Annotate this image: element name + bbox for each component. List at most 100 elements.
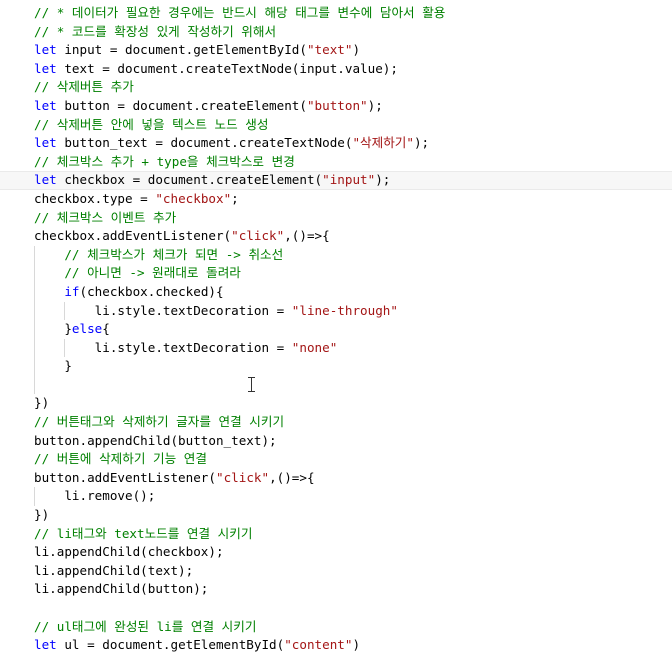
code-line[interactable]: // 버튼에 삭제하기 기능 연결	[34, 450, 670, 469]
code-line[interactable]: }	[34, 357, 670, 376]
code-line[interactable]: // ul태그에 완성된 li를 연결 시키기	[34, 618, 670, 637]
code-line[interactable]: checkbox.addEventListener("click",()=>{	[34, 227, 670, 246]
code-text: })	[34, 395, 50, 411]
code-comment: // 버튼태그와 삭제하기 글자를 연결 시키기	[34, 414, 285, 430]
code-line[interactable]: let button_text = document.createTextNod…	[34, 134, 670, 153]
code-text: li.style.textDecoration =	[34, 302, 292, 318]
code-line[interactable]: li.appendChild(button);	[34, 580, 670, 599]
code-text: li.appendChild(button);	[34, 581, 209, 597]
code-string: "content"	[284, 637, 353, 653]
code-line[interactable]: // 체크박스가 체크가 되면 -> 취소선	[34, 245, 670, 265]
code-text: )	[352, 42, 361, 58]
code-text: input = document.getElementById(	[56, 42, 307, 58]
code-string: "line-through"	[291, 302, 398, 318]
code-string: "none"	[291, 339, 338, 355]
code-text: li.style.textDecoration =	[34, 339, 292, 355]
code-string: "text"	[306, 42, 353, 58]
code-text: (checkbox.checked){	[79, 283, 224, 299]
code-line[interactable]: if(checkbox.checked){	[34, 282, 670, 302]
code-comment: // 아니면 -> 원래대로 돌려라	[64, 265, 241, 281]
code-comment: // 삭제버튼 안에 넣을 텍스트 노드 생성	[34, 116, 269, 132]
code-line[interactable]: })	[34, 506, 670, 525]
code-keyword: let	[34, 135, 57, 151]
code-line[interactable]: let checkbox = document.createElement("i…	[0, 171, 672, 190]
code-string: "삭제하기"	[352, 135, 414, 151]
code-line[interactable]: // 삭제버튼 추가	[34, 78, 670, 97]
code-text: li.appendChild(text);	[34, 562, 194, 578]
code-line[interactable]	[34, 599, 670, 618]
code-line[interactable]: let text = document.createTextNode(input…	[34, 60, 670, 79]
code-text: checkbox.type =	[34, 190, 156, 206]
code-comment: // * 데이터가 필요한 경우에는 반드시 해당 태그를 변수에 담아서 활용	[34, 5, 446, 20]
code-comment: // 체크박스 추가 + type을 체크박스로 변경	[34, 153, 295, 169]
code-string: "click"	[215, 469, 270, 485]
code-text: {	[102, 321, 110, 337]
code-line[interactable]: li.style.textDecoration = "none"	[34, 338, 670, 358]
code-text: )	[352, 637, 361, 653]
code-line[interactable]: li.appendChild(text);	[34, 562, 670, 581]
code-keyword: else	[71, 321, 103, 337]
code-line[interactable]: }else{	[34, 320, 670, 339]
code-line[interactable]: // 삭제버튼 안에 넣을 텍스트 노드 생성	[34, 116, 670, 135]
code-string: "click"	[231, 228, 285, 244]
code-keyword: let	[34, 97, 57, 113]
code-line[interactable]: // * 데이터가 필요한 경우에는 반드시 해당 태그를 변수에 담아서 활용	[34, 4, 670, 23]
code-text: button = document.createElement(	[56, 97, 307, 113]
code-text: }	[34, 358, 72, 374]
code-comment: // li태그와 text노드를 연결 시키기	[34, 525, 253, 541]
code-text: checkbox.addEventListener(	[34, 228, 232, 244]
indent-guide	[34, 375, 35, 395]
code-text: li.appendChild(checkbox);	[34, 544, 224, 560]
code-line[interactable]: checkbox.type = "checkbox";	[34, 190, 670, 209]
code-text: button.addEventListener(	[34, 469, 216, 485]
code-text: );	[375, 172, 391, 188]
indent-guide	[34, 357, 35, 376]
code-text: ;	[231, 190, 239, 206]
code-keyword: let	[34, 172, 57, 188]
indent-guide	[34, 301, 35, 321]
code-text: ,()=>{	[269, 469, 315, 485]
code-line[interactable]	[34, 375, 670, 395]
code-line[interactable]: // 버튼태그와 삭제하기 글자를 연결 시키기	[34, 413, 670, 432]
indent-guide	[34, 320, 35, 339]
code-keyword: let	[34, 60, 57, 76]
code-editor[interactable]: // * 데이터가 필요한 경우에는 반드시 해당 태그를 변수에 담아서 활용…	[0, 0, 672, 652]
indent-guide	[34, 282, 35, 302]
code-text: li.remove();	[34, 488, 156, 504]
code-string: "input"	[322, 172, 376, 188]
code-line[interactable]: let input = document.getElementById("tex…	[34, 41, 670, 60]
code-text: }	[34, 321, 72, 337]
code-line[interactable]: // * 코드를 확장성 있게 작성하기 위해서	[34, 23, 670, 42]
code-text: button_text = document.createTextNode(	[56, 135, 353, 151]
code-comment: // * 코드를 확장성 있게 작성하기 위해서	[34, 23, 277, 39]
code-line[interactable]: li.remove();	[34, 487, 670, 507]
indent-guide	[34, 264, 35, 283]
code-line[interactable]: })	[34, 394, 670, 413]
code-text: );	[367, 97, 383, 113]
indent-guide	[34, 338, 35, 358]
code-line[interactable]: // 아니면 -> 원래대로 돌려라	[34, 264, 670, 283]
code-comment: // 체크박스가 체크가 되면 -> 취소선	[64, 246, 284, 262]
code-line[interactable]: li.appendChild(checkbox);	[34, 543, 670, 562]
indent-guide	[34, 245, 35, 265]
code-comment: // ul태그에 완성된 li를 연결 시키기	[34, 618, 257, 634]
code-line[interactable]: let button = document.createElement("but…	[34, 97, 670, 116]
editor-gutter	[0, 0, 20, 652]
code-comment: // 버튼에 삭제하기 기능 연결	[34, 451, 207, 467]
code-line[interactable]: // li태그와 text노드를 연결 시키기	[34, 525, 670, 544]
code-text: checkbox = document.createElement(	[56, 172, 323, 188]
code-line[interactable]: button.addEventListener("click",()=>{	[34, 469, 670, 488]
code-string: "checkbox"	[155, 190, 232, 206]
code-line[interactable]: // 체크박스 이벤트 추가	[34, 209, 670, 228]
code-text: );	[413, 135, 430, 151]
code-line[interactable]: li.style.textDecoration = "line-through"	[34, 301, 670, 321]
code-comment: // 체크박스 이벤트 추가	[34, 209, 177, 225]
code-line[interactable]: // 체크박스 추가 + type을 체크박스로 변경	[34, 153, 670, 172]
indent-guide	[34, 487, 35, 507]
code-line[interactable]: button.appendChild(button_text);	[34, 432, 670, 451]
indent-guide	[64, 338, 66, 358]
code-area[interactable]: // * 데이터가 필요한 경우에는 반드시 해당 태그를 변수에 담아서 활용…	[0, 4, 672, 655]
